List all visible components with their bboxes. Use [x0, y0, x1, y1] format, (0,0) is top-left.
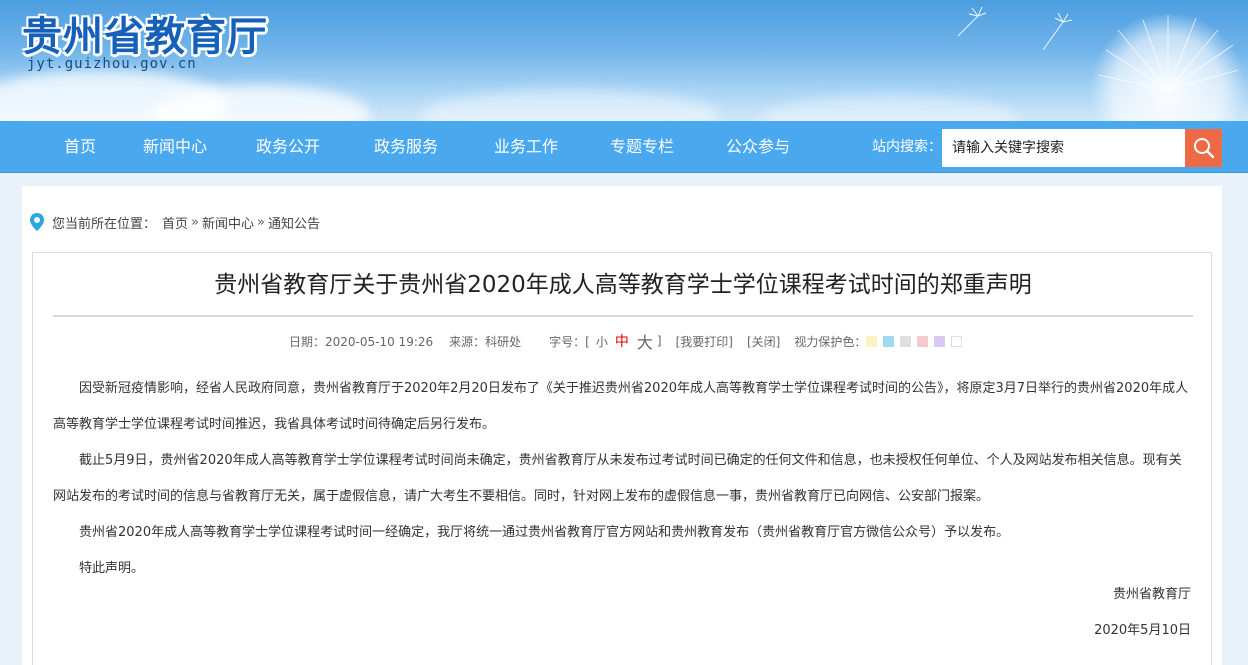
nav-item-special-topics[interactable]: 专题专栏 [610, 121, 674, 173]
paragraph: 特此声明。 [79, 561, 145, 576]
content-panel: 您当前所在位置： 首页 » 新闻中心 » 通知公告 贵州省教育厅关于贵州省202… [22, 186, 1222, 665]
eye-care-color-swatch[interactable] [917, 336, 929, 347]
header-banner: 贵州省教育厅 jyt.guizhou.gov.cn [0, 0, 1248, 121]
article-source: 来源：科研处 [449, 334, 522, 349]
close-button[interactable]: [关闭] [747, 333, 780, 350]
article: 贵州省教育厅关于贵州省2020年成人高等教育学士学位课程考试时间的郑重声明 日期… [32, 252, 1212, 665]
title-divider [53, 315, 1193, 317]
font-size-large-button[interactable]: 大 [637, 329, 653, 353]
print-button[interactable]: [我要打印] [676, 333, 733, 350]
paragraph: 截止5月9日，贵州省2020年成人高等教育学士学位课程考试时间尚未确定，贵州省教… [53, 453, 1182, 504]
site-title[interactable]: 贵州省教育厅 [22, 4, 268, 62]
article-date: 日期：2020-05-10 19:26 [289, 334, 434, 349]
breadcrumb-news-center[interactable]: 新闻中心 [202, 213, 254, 232]
site-domain: jyt.guizhou.gov.cn [27, 56, 197, 72]
nav-item-government-services[interactable]: 政务服务 [374, 121, 438, 173]
eye-care-color-swatch[interactable] [934, 336, 946, 347]
article-title: 贵州省教育厅关于贵州省2020年成人高等教育学士学位课程考试时间的郑重声明 [214, 272, 1032, 298]
eye-care-color-swatch[interactable] [951, 336, 963, 347]
nav-item-business-work[interactable]: 业务工作 [494, 121, 558, 173]
breadcrumb-prefix: 您当前所在位置： [52, 216, 157, 232]
search-input[interactable] [942, 129, 1185, 167]
article-body: 因受新冠疫情影响，经省人民政府同意，贵州省教育厅于2020年2月20日发布了《关… [53, 371, 1193, 587]
article-meta: 日期：2020-05-10 19:26 来源：科研处 字号：[ 小 中 大 ] … [289, 329, 968, 353]
eye-care-label: 视力保护色： [794, 334, 867, 349]
search-icon [1193, 138, 1214, 159]
breadcrumb-home[interactable]: 首页 [162, 213, 188, 232]
cloud-decoration [420, 90, 720, 121]
font-size-small-button[interactable]: 小 [596, 333, 608, 350]
paragraph: 因受新冠疫情影响，经省人民政府同意，贵州省教育厅于2020年2月20日发布了《关… [53, 381, 1189, 432]
eye-care-color-swatch[interactable] [900, 336, 912, 347]
signature-date: 2020年5月10日 [1094, 623, 1191, 638]
dandelion-illustration [957, 6, 1246, 121]
eye-care-swatches [866, 334, 968, 348]
eye-care-color-swatch[interactable] [883, 336, 895, 347]
nav-item-home[interactable]: 首页 [64, 121, 96, 173]
font-size-medium-button[interactable]: 中 [615, 331, 629, 351]
nav-item-government-affairs[interactable]: 政务公开 [256, 121, 320, 173]
breadcrumb: 您当前所在位置： 首页 » 新闻中心 » 通知公告 [30, 210, 320, 234]
nav-item-news-center[interactable]: 新闻中心 [143, 121, 207, 173]
location-pin-icon [30, 213, 44, 231]
search-label: 站内搜索： [872, 139, 942, 155]
paragraph: 贵州省2020年成人高等教育学士学位课程考试时间一经确定，我厅将统一通过贵州省教… [79, 525, 1010, 540]
breadcrumb-notices[interactable]: 通知公告 [268, 213, 320, 232]
nav-item-public-participation[interactable]: 公众参与 [726, 121, 790, 173]
breadcrumb-separator: » [191, 214, 199, 230]
eye-care-color-swatch[interactable] [866, 336, 878, 347]
font-size-label: 字号：[ [549, 334, 590, 349]
breadcrumb-separator: » [257, 214, 265, 230]
signature: 贵州省教育厅 [1112, 587, 1191, 602]
font-size-close-bracket: ] [656, 334, 662, 348]
search-button[interactable] [1185, 129, 1222, 167]
